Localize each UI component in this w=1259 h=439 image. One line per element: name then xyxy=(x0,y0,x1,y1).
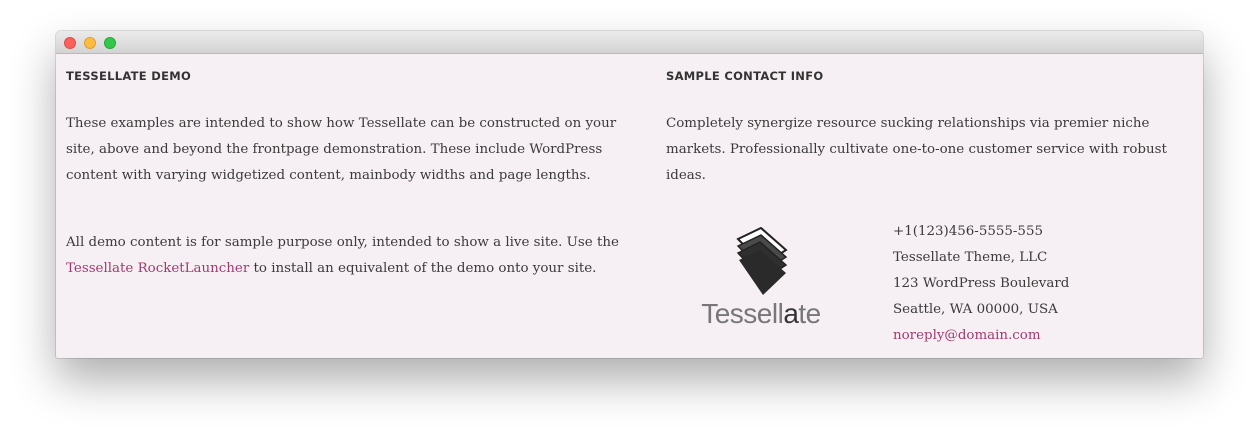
rocketlauncher-link[interactable]: Tessellate RocketLauncher xyxy=(66,261,249,276)
contact-company: Tessellate Theme, LLC xyxy=(893,250,1048,265)
browser-window: TESSELLATE DEMO These examples are inten… xyxy=(56,31,1203,358)
demo-section-title: TESSELLATE DEMO xyxy=(66,69,192,83)
tessellate-logo: Tessellate xyxy=(696,227,826,335)
contact-section-title: SAMPLE CONTACT INFO xyxy=(666,69,824,83)
contact-email-link[interactable]: noreply@domain.com xyxy=(893,323,1069,349)
contact-city: Seattle, WA 00000, USA xyxy=(893,302,1058,317)
notice-text-start: All demo content is for sample purpose o… xyxy=(66,235,619,250)
demo-intro-paragraph: These examples are intended to show how … xyxy=(66,116,617,183)
maximize-button[interactable] xyxy=(104,37,116,49)
contact-phone: +1(123)456-5555-555 xyxy=(893,224,1043,239)
logo-wordmark: Tessellate xyxy=(701,298,821,329)
minimize-button[interactable] xyxy=(84,37,96,49)
stacked-tiles-icon xyxy=(736,227,788,295)
contact-address: 123 WordPress Boulevard xyxy=(893,276,1070,291)
notice-text-end: to install an equivalent of the demo ont… xyxy=(249,261,597,276)
title-bar xyxy=(56,31,1203,54)
contact-intro-paragraph: Completely synergize resource sucking re… xyxy=(666,116,1167,183)
close-button[interactable] xyxy=(64,37,76,49)
contact-details: +1(123)456-5555-555 Tessellate Theme, LL… xyxy=(893,219,1069,349)
demo-notice-paragraph: All demo content is for sample purpose o… xyxy=(66,230,626,282)
